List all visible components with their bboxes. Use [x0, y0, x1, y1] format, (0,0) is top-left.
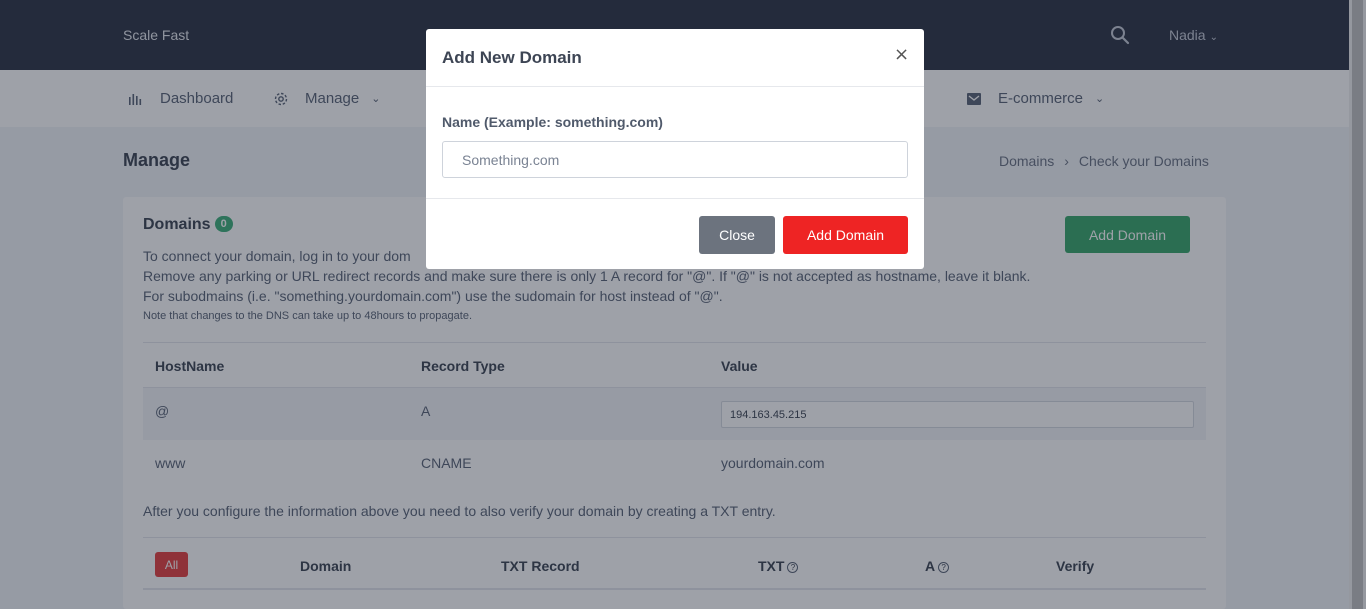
- close-button[interactable]: Close: [699, 216, 775, 254]
- domain-name-label: Name (Example: something.com): [442, 114, 663, 130]
- submit-add-domain-button[interactable]: Add Domain: [783, 216, 908, 254]
- modal-title: Add New Domain: [442, 48, 582, 67]
- modal-footer: Close Add Domain: [426, 198, 924, 269]
- modal-header: Add New Domain ×: [426, 29, 924, 87]
- add-domain-modal: Add New Domain × Name (Example: somethin…: [426, 29, 924, 269]
- domain-name-input[interactable]: [442, 141, 908, 178]
- close-icon[interactable]: ×: [894, 44, 909, 65]
